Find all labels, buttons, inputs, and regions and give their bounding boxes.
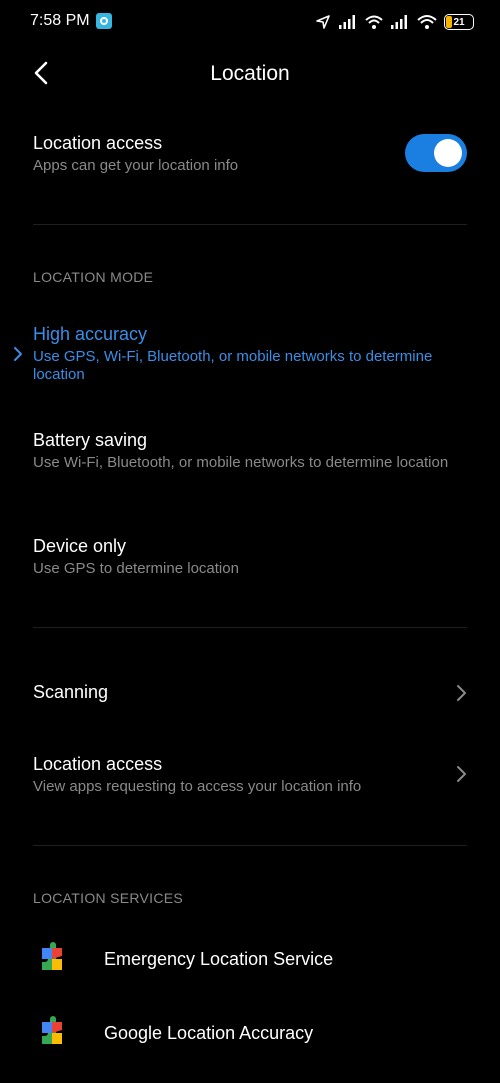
- wifi-icon: [417, 15, 437, 29]
- location-access-apps-title: Location access: [33, 754, 163, 774]
- status-icons: 21: [315, 12, 474, 32]
- mode-option-device-only[interactable]: Device only Use GPS to determine locatio…: [0, 528, 500, 588]
- battery-fill: [446, 16, 452, 28]
- status-time: 7:58 PM: [30, 12, 90, 29]
- service-item-google-location-accuracy[interactable]: Google Location Accuracy: [0, 1004, 500, 1060]
- chevron-right-icon: [457, 766, 466, 782]
- location-access-toggle[interactable]: [405, 134, 467, 172]
- scanning-row[interactable]: Scanning: [0, 668, 500, 718]
- location-access-title: Location access: [33, 133, 163, 153]
- mode-option-subtitle: Use GPS to determine location: [33, 560, 239, 577]
- divider: [33, 627, 467, 628]
- divider: [33, 224, 467, 225]
- service-label: Google Location Accuracy: [104, 1023, 314, 1043]
- page-title: Location: [210, 62, 290, 85]
- battery-level: 21: [453, 16, 465, 28]
- service-label: Emergency Location Service: [104, 949, 334, 969]
- location-access-apps-row[interactable]: Location access View apps requesting to …: [0, 746, 500, 806]
- notification-app-icon: [96, 13, 112, 29]
- mode-option-title: Battery saving: [33, 430, 148, 450]
- mode-option-title: Device only: [33, 536, 127, 556]
- google-play-services-icon: [42, 942, 62, 970]
- mode-option-high-accuracy[interactable]: High accuracy Use GPS, Wi-Fi, Bluetooth,…: [0, 316, 500, 396]
- scanning-label: Scanning: [33, 682, 109, 702]
- service-item-emergency-location[interactable]: Emergency Location Service: [0, 930, 500, 986]
- location-services-section-header: LOCATION SERVICES: [33, 890, 184, 906]
- page-header: Location: [0, 50, 500, 96]
- google-play-services-icon: [42, 1016, 62, 1044]
- location-access-subtitle: Apps can get your location info: [33, 157, 239, 174]
- wifi-icon: [365, 15, 383, 29]
- status-bar: 7:58 PM 21: [0, 0, 500, 44]
- location-access-apps-subtitle: View apps requesting to access your loca…: [33, 778, 362, 795]
- mode-option-battery-saving[interactable]: Battery saving Use Wi-Fi, Bluetooth, or …: [0, 422, 500, 502]
- navigation-arrow-icon: [316, 15, 330, 29]
- signal-icon: [339, 15, 355, 29]
- mode-option-subtitle: Use Wi-Fi, Bluetooth, or mobile networks…: [33, 454, 449, 471]
- mode-option-title: High accuracy: [33, 324, 148, 344]
- battery-icon: 21: [444, 14, 474, 30]
- mode-option-subtitle: Use GPS, Wi-Fi, Bluetooth, or mobile net…: [33, 348, 433, 383]
- signal-icon: [391, 15, 407, 29]
- chevron-right-icon: [457, 685, 466, 701]
- toggle-knob: [434, 139, 462, 167]
- location-mode-section-header: LOCATION MODE: [33, 269, 154, 285]
- divider: [33, 845, 467, 846]
